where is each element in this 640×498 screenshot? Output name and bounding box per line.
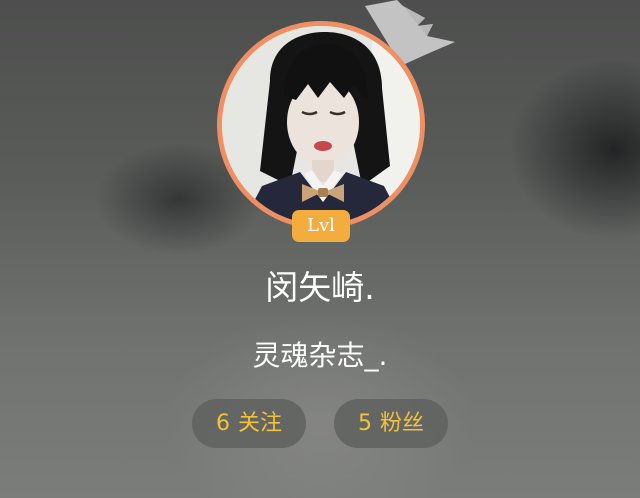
- user-name: 闵矢崎.: [265, 268, 375, 307]
- user-signature: 灵魂杂志_.: [252, 339, 388, 372]
- avatar-image: [222, 26, 420, 224]
- level-badge: Lvl: [292, 210, 350, 242]
- profile-header: Lvl 闵矢崎. 灵魂杂志_. 6 关注 5 粉丝: [0, 0, 640, 498]
- following-count: 6: [215, 411, 230, 436]
- avatar[interactable]: [217, 21, 425, 229]
- followers-label: 粉丝: [379, 411, 424, 436]
- following-label: 关注: [237, 411, 282, 436]
- followers-count: 5: [357, 411, 372, 436]
- followers-button[interactable]: 5 粉丝: [334, 399, 448, 448]
- following-button[interactable]: 6 关注: [192, 399, 306, 448]
